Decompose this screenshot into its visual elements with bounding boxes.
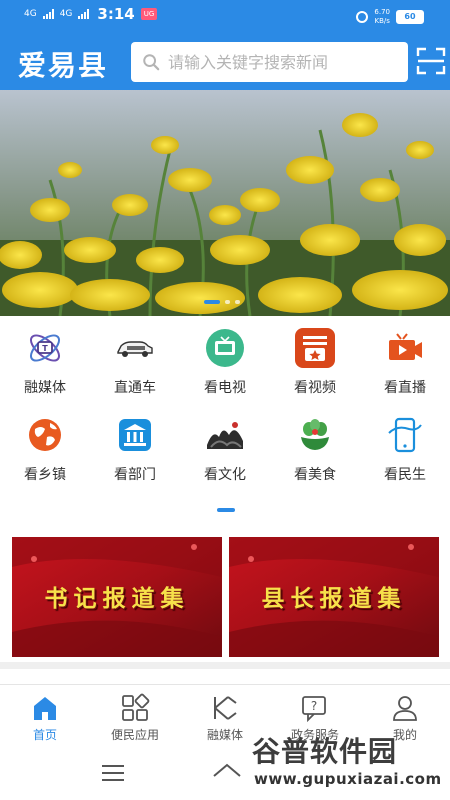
user-icon	[393, 696, 417, 721]
smartphone-icon	[388, 417, 422, 453]
grid-label: 看美食	[294, 467, 336, 483]
grid-item-kanwenhua[interactable]: 看文化	[180, 415, 270, 484]
grid-item-kanshipin[interactable]: 看视频	[270, 328, 360, 397]
grid-item-kanxiangzhen[interactable]: 看乡镇	[0, 415, 90, 484]
search-box[interactable]	[131, 42, 408, 82]
live-camera-icon	[389, 333, 422, 360]
grid-label: 看直播	[384, 380, 426, 396]
home-icon	[34, 697, 56, 720]
status-bar: 4G 4G 3:14 UG 6.70 KB/s 60	[0, 0, 450, 34]
tv-icon	[206, 329, 244, 367]
banner-carousel[interactable]	[0, 90, 450, 316]
app-title: 爱易县	[18, 49, 109, 82]
banner-image	[0, 90, 450, 316]
system-home-icon[interactable]	[212, 762, 242, 782]
speed-unit: KB/s	[374, 17, 390, 25]
grid-item-kandianshi[interactable]: 看电视	[180, 328, 270, 397]
media-logo-icon	[214, 696, 237, 720]
svg-text:T: T	[42, 344, 48, 353]
app-header: 爱易县	[0, 34, 450, 90]
speed-value: 6.70	[374, 8, 390, 16]
grid-label: 融媒体	[24, 380, 66, 396]
car-icon	[117, 341, 153, 357]
grid-label: 看民生	[384, 467, 426, 483]
svg-text:?: ?	[311, 699, 317, 713]
status-left: 4G 4G 3:14 UG	[24, 5, 158, 23]
media-convergence-icon: T	[29, 334, 61, 362]
clock: 3:14	[97, 5, 135, 23]
report-title: 县长报道集	[261, 586, 407, 612]
menu-icon[interactable]	[102, 764, 124, 782]
grid-label: 看视频	[294, 380, 336, 396]
report-card-county-head[interactable]: 县长报道集	[229, 537, 439, 657]
section-divider	[0, 662, 450, 669]
grid-item-kanmeishi[interactable]: 看美食	[270, 415, 360, 484]
search-icon	[143, 54, 160, 71]
nav-apps[interactable]: 便民应用	[90, 693, 180, 743]
grid-item-kanzhibo[interactable]: 看直播	[360, 328, 450, 397]
battery-icon: 60	[396, 10, 424, 24]
government-building-icon	[119, 419, 151, 451]
carousel-dot-active[interactable]	[204, 300, 220, 304]
scan-icon[interactable]	[416, 46, 446, 76]
nav-home[interactable]: 首页	[0, 693, 90, 743]
nav-label: 便民应用	[110, 728, 159, 742]
grid-item-kanbumen[interactable]: 看部门	[90, 415, 180, 484]
watermark: 谷普软件园 www.gupuxiazai.com	[248, 728, 444, 796]
notification-app-icon: UG	[140, 8, 158, 20]
network-label-1: 4G	[24, 9, 37, 19]
globe-icon	[29, 419, 61, 451]
video-icon	[295, 328, 335, 368]
grid-label: 看乡镇	[24, 467, 66, 483]
nav-label: 首页	[32, 728, 57, 742]
network-label-2: 4G	[59, 9, 73, 19]
signal-icon-2	[78, 9, 90, 19]
network-speed: 6.70 KB/s	[374, 8, 390, 26]
grid-item-rongmeiti[interactable]: T 融媒体	[0, 328, 90, 397]
grid-label: 看部门	[114, 467, 156, 483]
grid-label: 看电视	[204, 380, 246, 396]
grid-item-kanminsheng[interactable]: 看民生	[360, 415, 450, 484]
report-title: 书记报道集	[44, 586, 190, 612]
help-chat-icon: ?	[302, 696, 326, 723]
carousel-indicator	[204, 300, 240, 304]
grid-page-indicator	[217, 508, 235, 512]
status-right: 6.70 KB/s 60	[356, 8, 424, 26]
carousel-dot[interactable]	[225, 300, 230, 304]
watermark-title: 谷普软件园	[252, 735, 398, 768]
ink-painting-icon	[207, 422, 243, 449]
grid-label: 直通车	[114, 380, 156, 396]
alarm-icon	[356, 11, 369, 23]
search-input[interactable]	[168, 52, 398, 72]
report-card-secretary[interactable]: 书记报道集	[12, 537, 222, 657]
watermark-url: www.gupuxiazai.com	[254, 770, 442, 788]
apps-icon	[122, 693, 150, 721]
carousel-dot[interactable]	[235, 300, 240, 304]
signal-icon	[42, 9, 54, 19]
food-plant-icon	[301, 419, 329, 450]
grid-item-zhitongche[interactable]: 直通车	[90, 328, 180, 397]
grid-label: 看文化	[204, 467, 246, 483]
